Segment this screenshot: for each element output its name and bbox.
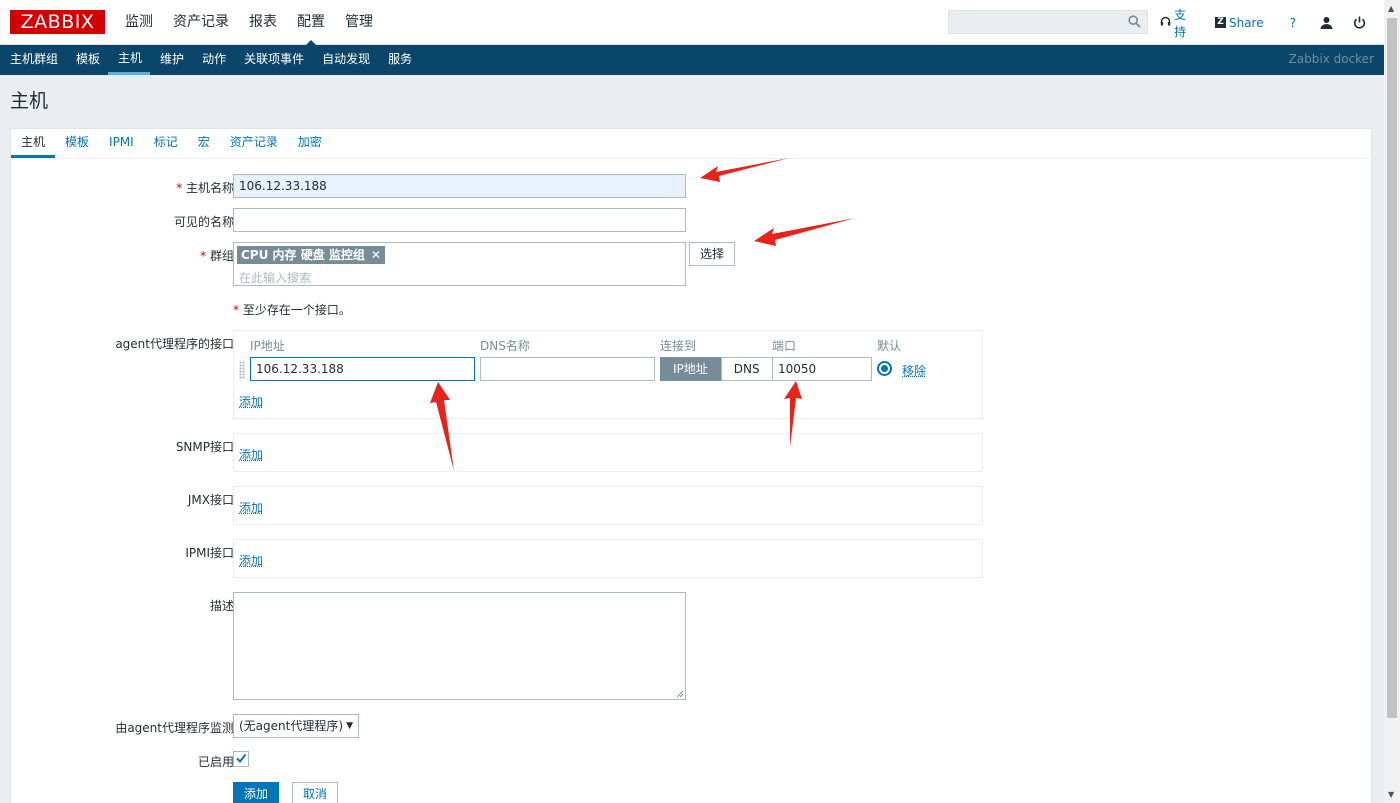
add-jmx-interface-link[interactable]: 添加	[239, 499, 263, 516]
select-groups-button[interactable]: 选择	[689, 242, 736, 266]
help-button[interactable]: ?	[1290, 16, 1296, 30]
tab-ipmi[interactable]: IPMI	[99, 129, 144, 158]
main-menu-reports[interactable]: 报表	[239, 0, 287, 45]
main-menu: 监测 资产记录 报表 配置 管理	[115, 0, 383, 45]
share-link[interactable]: Z Share	[1214, 16, 1264, 30]
connect-ip-option[interactable]: IP地址	[660, 357, 721, 381]
top-tools: 支持 Z Share ?	[1160, 0, 1384, 45]
scroll-up-icon[interactable]: ▲	[1388, 4, 1394, 13]
sub-menu-maintenance[interactable]: 维护	[150, 45, 192, 75]
connect-header: 连接到	[660, 339, 697, 353]
proxy-label: 由agent代理程序监测	[115, 721, 234, 735]
connect-dns-option[interactable]: DNS	[720, 357, 773, 381]
sub-menu-discovery[interactable]: 自动发现	[312, 45, 378, 75]
description-label: 描述	[209, 599, 234, 613]
main-menu-inventory[interactable]: 资产记录	[163, 0, 239, 45]
tab-macros[interactable]: 宏	[188, 129, 220, 158]
tab-host[interactable]: 主机	[11, 129, 56, 158]
remove-tag-icon[interactable]: ✕	[371, 248, 381, 262]
cancel-button[interactable]: 取消	[292, 782, 339, 803]
top-bar: ZABBIX 监测 资产记录 报表 配置 管理 支持 Z Share ?	[0, 0, 1384, 45]
tab-templates[interactable]: 模板	[55, 129, 99, 158]
agent-interface-box: IP地址 DNS名称 连接到 端口 默认 106.12.33.188 IP地址 …	[233, 330, 983, 419]
description-textarea[interactable]	[233, 592, 686, 700]
agent-port-input[interactable]: 10050	[772, 357, 872, 381]
enabled-label: 已启用	[197, 755, 234, 769]
page-scrollbar[interactable]: ▲ ▼	[1384, 0, 1400, 803]
ipmi-interface-box: 添加	[233, 539, 983, 578]
zabbix-share-icon: Z	[1214, 17, 1226, 28]
connect-to-toggle: IP地址 DNS	[660, 357, 773, 381]
resize-handle-icon[interactable]	[676, 690, 684, 698]
tab-tags[interactable]: 标记	[144, 129, 188, 158]
power-signout-icon[interactable]	[1353, 16, 1366, 29]
scrollbar-thumb[interactable]	[1387, 18, 1397, 718]
add-snmp-interface-link[interactable]: 添加	[239, 446, 263, 463]
snmp-interface-box: 添加	[233, 433, 983, 472]
checkmark-icon	[236, 753, 247, 764]
dns-header: DNS名称	[480, 339, 530, 353]
user-profile-icon[interactable]	[1320, 16, 1333, 29]
jmx-interface-box: 添加	[233, 486, 983, 525]
snmp-interface-label: SNMP接口	[175, 440, 234, 454]
jmx-interface-label: JMX接口	[187, 493, 234, 507]
agent-interface-label: agent代理程序的接口	[115, 337, 234, 351]
main-menu-administration[interactable]: 管理	[335, 0, 383, 45]
headset-icon	[1160, 16, 1171, 30]
tab-encryption[interactable]: 加密	[288, 129, 332, 158]
main-menu-monitoring[interactable]: 监测	[115, 0, 163, 45]
add-host-button[interactable]: 添加	[233, 782, 280, 803]
search-input[interactable]	[948, 10, 1148, 34]
sub-menu-templates[interactable]: 模板	[66, 45, 108, 75]
sub-menu-actions[interactable]: 动作	[192, 45, 234, 75]
zabbix-logo[interactable]: ZABBIX	[10, 10, 105, 34]
sub-menu-host-groups[interactable]: 主机群组	[0, 45, 66, 75]
chevron-down-icon: ▼	[346, 721, 353, 731]
agent-dns-input[interactable]	[480, 357, 655, 381]
remove-interface-link[interactable]: 移除	[902, 362, 926, 379]
ipmi-interface-label: IPMI接口	[185, 546, 234, 560]
enabled-checkbox[interactable]	[233, 751, 249, 767]
host-name-label: * 主机名称	[176, 181, 234, 195]
search-icon[interactable]	[1128, 15, 1141, 31]
page-title: 主机	[10, 90, 49, 112]
host-name-input[interactable]: 106.12.33.188	[233, 174, 686, 198]
interface-note: * 至少存在一个接口。	[233, 303, 351, 317]
server-name: Zabbix docker	[1288, 52, 1374, 66]
main-menu-configuration[interactable]: 配置	[287, 0, 335, 45]
group-search-placeholder[interactable]: 在此输入搜索	[239, 267, 311, 289]
sub-menu-services[interactable]: 服务	[378, 45, 420, 75]
support-link[interactable]: 支持	[1160, 6, 1197, 40]
add-agent-interface-link[interactable]: 添加	[239, 393, 263, 410]
groups-multiselect[interactable]: CPU 内存 硬盘 监控组 ✕ 在此输入搜索	[233, 242, 686, 286]
visible-name-label: 可见的名称	[173, 215, 234, 229]
port-header: 端口	[772, 339, 797, 353]
proxy-select[interactable]: (无agent代理程序) ▼	[233, 714, 359, 738]
visible-name-input[interactable]	[233, 208, 686, 232]
tab-inventory[interactable]: 资产记录	[220, 129, 288, 158]
drag-handle-icon[interactable]	[239, 361, 245, 379]
default-interface-radio[interactable]	[877, 361, 892, 376]
default-header: 默认	[877, 339, 902, 353]
form-tabs: 主机 模板 IPMI 标记 宏 资产记录 加密	[11, 129, 1371, 159]
scroll-down-icon[interactable]: ▼	[1388, 790, 1394, 799]
ip-header: IP地址	[250, 339, 285, 353]
group-tag: CPU 内存 硬盘 监控组 ✕	[237, 246, 385, 264]
sub-menu-hosts[interactable]: 主机	[108, 45, 151, 75]
host-form-panel: 主机 模板 IPMI 标记 宏 资产记录 加密 * 主机名称 106.12.33…	[10, 128, 1372, 803]
add-ipmi-interface-link[interactable]: 添加	[239, 552, 263, 569]
sub-menu-correlation[interactable]: 关联项事件	[234, 45, 312, 75]
sub-menu: 主机群组 模板 主机 维护 动作 关联项事件 自动发现 服务 Zabbix do…	[0, 45, 1384, 75]
agent-ip-input[interactable]: 106.12.33.188	[250, 357, 475, 381]
groups-label: * 群组	[200, 249, 234, 263]
